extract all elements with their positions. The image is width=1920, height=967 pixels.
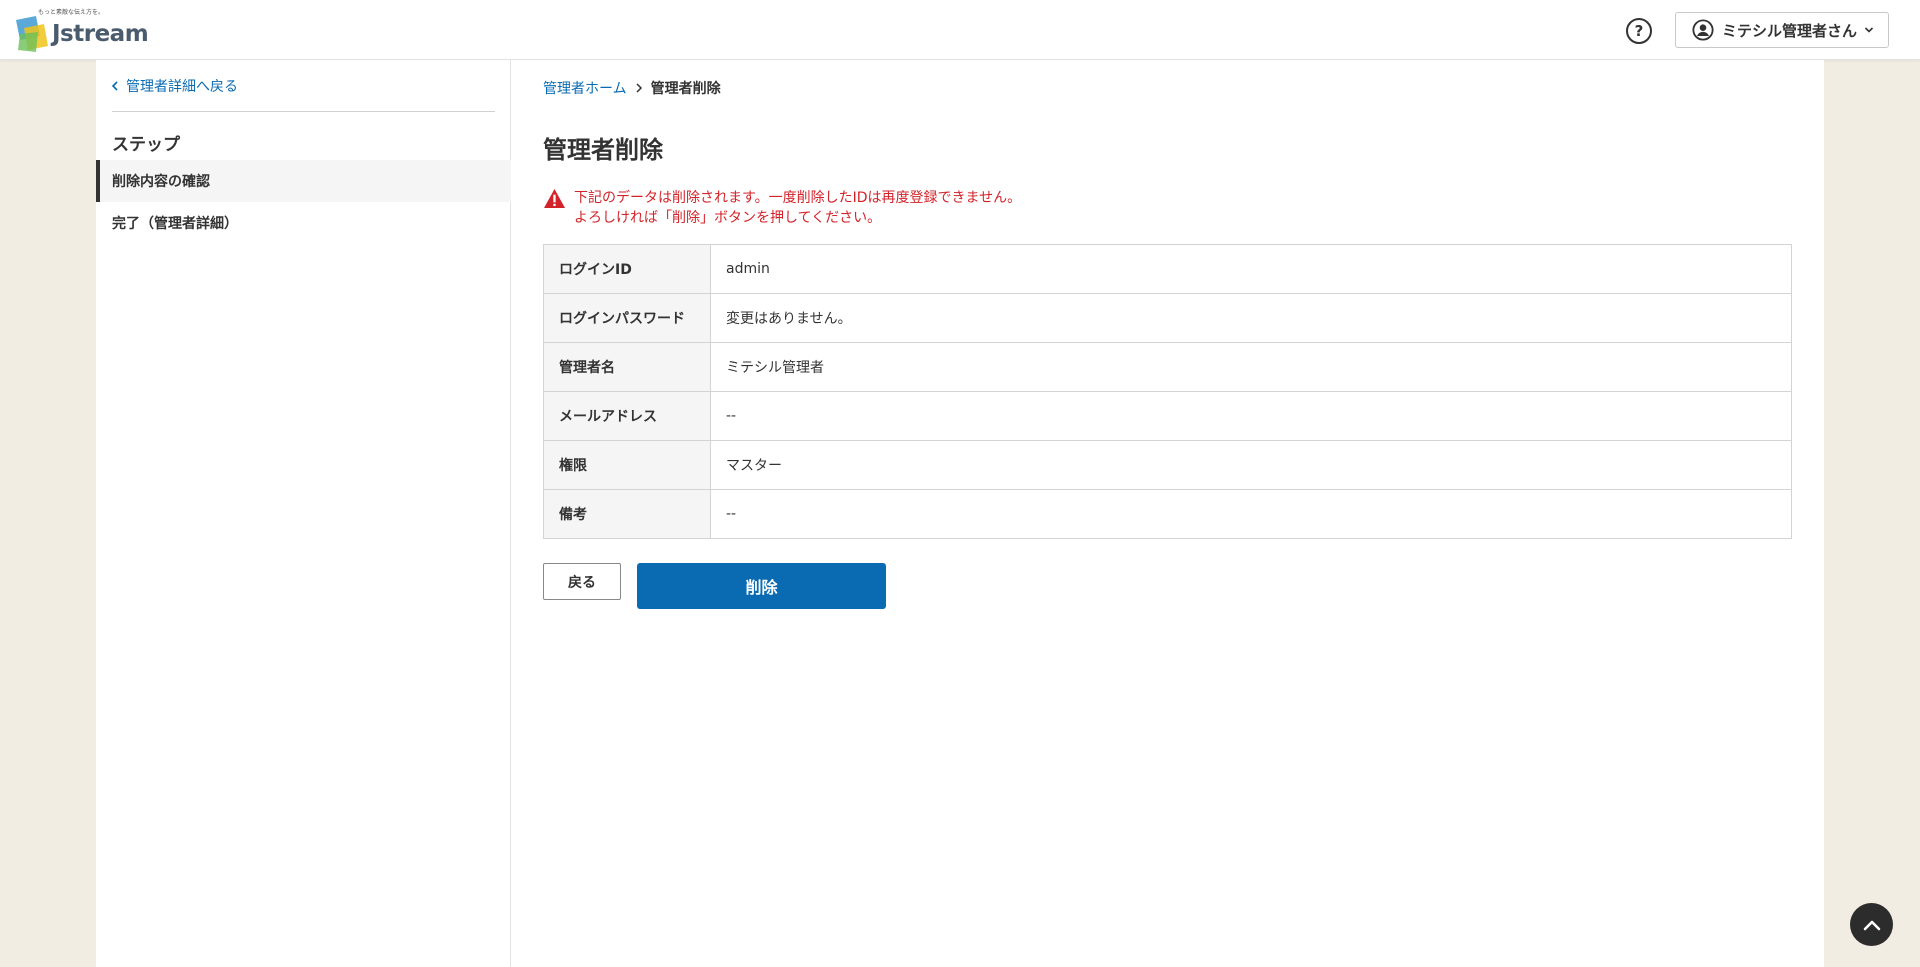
sidebar: 管理者詳細へ戻る ステップ 削除内容の確認 完了（管理者詳細）	[96, 60, 511, 967]
row-label-permission: 権限	[543, 440, 711, 490]
admin-info-table: ログインID admin ログインパスワード 変更はありません。 管理者名 ミテ…	[543, 244, 1792, 539]
row-value-login-password: 変更はありません。	[710, 293, 1792, 343]
row-value-email: --	[710, 391, 1792, 441]
back-button[interactable]: 戻る	[543, 563, 621, 600]
row-label-email: メールアドレス	[543, 391, 711, 441]
logo-mark-icon	[16, 16, 48, 52]
warning-text: 下記のデータは削除されます。一度削除したIDは再度登録できません。 よろしければ…	[574, 188, 1021, 228]
breadcrumb-home-link[interactable]: 管理者ホーム	[543, 78, 627, 98]
step-item-label: 完了（管理者詳細）	[112, 216, 238, 232]
row-label-admin-name: 管理者名	[543, 342, 711, 392]
table-row: 権限 マスター	[543, 440, 1792, 490]
row-value-login-id: admin	[710, 244, 1792, 294]
question-circle-icon: ?	[1634, 22, 1644, 40]
row-value-notes: --	[710, 489, 1792, 539]
page-title: 管理者削除	[543, 136, 663, 164]
user-name: ミテシル管理者さん	[1722, 21, 1858, 40]
chevron-down-icon	[1864, 27, 1874, 33]
step-item-label: 削除内容の確認	[112, 174, 210, 190]
chevron-left-icon	[112, 81, 118, 91]
main-content: 管理者ホーム 管理者削除 管理者削除 下記のデータは削除されます。一度削除したI…	[511, 60, 1824, 967]
row-label-notes: 備考	[543, 489, 711, 539]
warning-line-2: よろしければ「削除」ボタンを押してください。	[574, 210, 882, 226]
row-label-login-password: ログインパスワード	[543, 293, 711, 343]
warning-line-1: 下記のデータは削除されます。一度削除したIDは再度登録できません。	[574, 190, 1022, 206]
sidebar-divider	[112, 111, 495, 112]
breadcrumb-current: 管理者削除	[650, 81, 721, 97]
table-row: メールアドレス --	[543, 391, 1792, 441]
back-link-label: 管理者詳細へ戻る	[126, 79, 238, 95]
table-row: ログインID admin	[543, 244, 1792, 294]
step-item-complete: 完了（管理者詳細）	[96, 202, 511, 244]
row-label-login-id: ログインID	[543, 244, 711, 294]
row-value-admin-name: ミテシル管理者	[710, 342, 1792, 392]
steps-heading: ステップ	[112, 135, 180, 155]
user-menu-dropdown[interactable]: ミテシル管理者さん	[1675, 12, 1889, 48]
step-item-confirm: 削除内容の確認	[96, 160, 511, 202]
row-value-permission: マスター	[710, 440, 1792, 490]
delete-button[interactable]: 削除	[637, 563, 886, 609]
chevron-up-icon	[1863, 920, 1880, 930]
back-to-admin-detail-link[interactable]: 管理者詳細へ戻る	[112, 76, 238, 96]
user-circle-icon	[1692, 19, 1714, 41]
logo[interactable]: もっと素敵な伝え方を。 Jstream	[14, 6, 149, 52]
breadcrumb: 管理者ホーム 管理者削除	[543, 78, 721, 98]
warning-message: 下記のデータは削除されます。一度削除したIDは再度登録できません。 よろしければ…	[543, 188, 1021, 228]
table-row: 備考 --	[543, 489, 1792, 539]
scroll-to-top-button[interactable]	[1850, 903, 1893, 946]
logo-wordmark: Jstream	[52, 21, 149, 47]
warning-triangle-icon	[544, 188, 565, 209]
top-header: もっと素敵な伝え方を。 Jstream ? ミテシル管理者さん	[0, 0, 1920, 60]
chevron-right-icon	[636, 83, 642, 93]
table-row: ログインパスワード 変更はありません。	[543, 293, 1792, 343]
table-row: 管理者名 ミテシル管理者	[543, 342, 1792, 392]
help-button[interactable]: ?	[1626, 18, 1652, 44]
